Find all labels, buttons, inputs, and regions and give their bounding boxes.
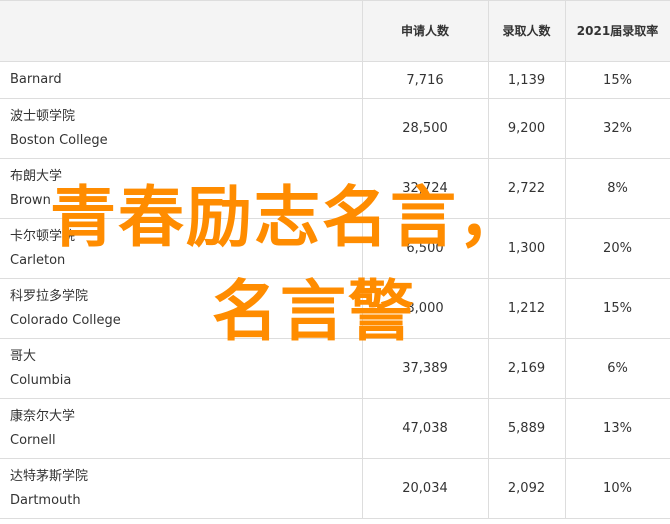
table-header: 申请人数 录取人数 2021届录取率 [0, 0, 670, 62]
table-row: 哥大 Columbia 37,389 2,169 6% [0, 338, 670, 399]
rate-cell: 15% [564, 61, 670, 99]
header-school [0, 0, 363, 62]
header-rate: 2021届录取率 [564, 0, 670, 62]
school-name-en: Boston College [10, 132, 108, 148]
applicants-cell: 6,500 [361, 218, 489, 279]
table-row: 波士顿学院 Boston College 28,500 9,200 32% [0, 98, 670, 159]
table-row: 康奈尔大学 Cornell 47,038 5,889 13% [0, 398, 670, 459]
school-name-zh: 波士顿学院 [10, 108, 76, 124]
admitted-cell: 2,722 [487, 158, 566, 219]
rate-cell: 15% [564, 278, 670, 339]
school-cell: 科罗拉多学院 Colorado College [0, 278, 363, 339]
school-cell: Barnard [0, 61, 363, 99]
school-name-en: Dartmouth [10, 492, 81, 508]
school-cell: 康奈尔大学 Cornell [0, 398, 363, 459]
school-name-zh: 康奈尔大学 [10, 408, 76, 424]
school-name-en: Colorado College [10, 312, 121, 328]
applicants-cell: 32,724 [361, 158, 489, 219]
school-cell: 哥大 Columbia [0, 338, 363, 399]
table-row: 卡尔顿学院 Carleton 6,500 1,300 20% [0, 218, 670, 279]
header-row: 申请人数 录取人数 2021届录取率 [0, 0, 670, 62]
school-cell: 波士顿学院 Boston College [0, 98, 363, 159]
table-row: 达特茅斯学院 Dartmouth 20,034 2,092 10% [0, 458, 670, 519]
school-name-en: Barnard [10, 72, 62, 87]
admitted-cell: 5,889 [487, 398, 566, 459]
school-name-zh: 布朗大学 [10, 168, 63, 184]
school-cell: 布朗大学 Brown [0, 158, 363, 219]
table-row: 科罗拉多学院 Colorado College 8,000 1,212 15% [0, 278, 670, 339]
school-cell: 卡尔顿学院 Carleton [0, 218, 363, 279]
table-row: 布朗大学 Brown 32,724 2,722 8% [0, 158, 670, 219]
applicants-cell: 8,000 [361, 278, 489, 339]
admitted-cell: 1,300 [487, 218, 566, 279]
header-applicants: 申请人数 [361, 0, 489, 62]
table-body: Barnard 7,716 1,139 15% 波士顿学院 Boston Col… [0, 61, 670, 519]
rate-cell: 13% [564, 398, 670, 459]
applicants-cell: 47,038 [361, 398, 489, 459]
applicants-cell: 28,500 [361, 98, 489, 159]
rate-cell: 32% [564, 98, 670, 159]
rate-cell: 20% [564, 218, 670, 279]
school-name-zh: 哥大 [10, 348, 37, 364]
admitted-cell: 2,169 [487, 338, 566, 399]
school-name-en: Cornell [10, 432, 56, 448]
admissions-table: 申请人数 录取人数 2021届录取率 Barnard 7,716 1,139 1… [0, 0, 670, 519]
school-name-zh: 卡尔顿学院 [10, 228, 76, 244]
school-cell: 达特茅斯学院 Dartmouth [0, 458, 363, 519]
rate-cell: 8% [564, 158, 670, 219]
rate-cell: 10% [564, 458, 670, 519]
school-name-zh: 科罗拉多学院 [10, 288, 89, 304]
table-row: Barnard 7,716 1,139 15% [0, 61, 670, 99]
admitted-cell: 1,139 [487, 61, 566, 99]
applicants-cell: 20,034 [361, 458, 489, 519]
header-admitted: 录取人数 [487, 0, 566, 62]
school-name-zh: 达特茅斯学院 [10, 468, 89, 484]
rate-cell: 6% [564, 338, 670, 399]
school-name-en: Carleton [10, 252, 66, 268]
admitted-cell: 1,212 [487, 278, 566, 339]
school-name-en: Columbia [10, 372, 72, 388]
admitted-cell: 2,092 [487, 458, 566, 519]
admitted-cell: 9,200 [487, 98, 566, 159]
school-name-en: Brown [10, 192, 51, 208]
applicants-cell: 37,389 [361, 338, 489, 399]
applicants-cell: 7,716 [361, 61, 489, 99]
